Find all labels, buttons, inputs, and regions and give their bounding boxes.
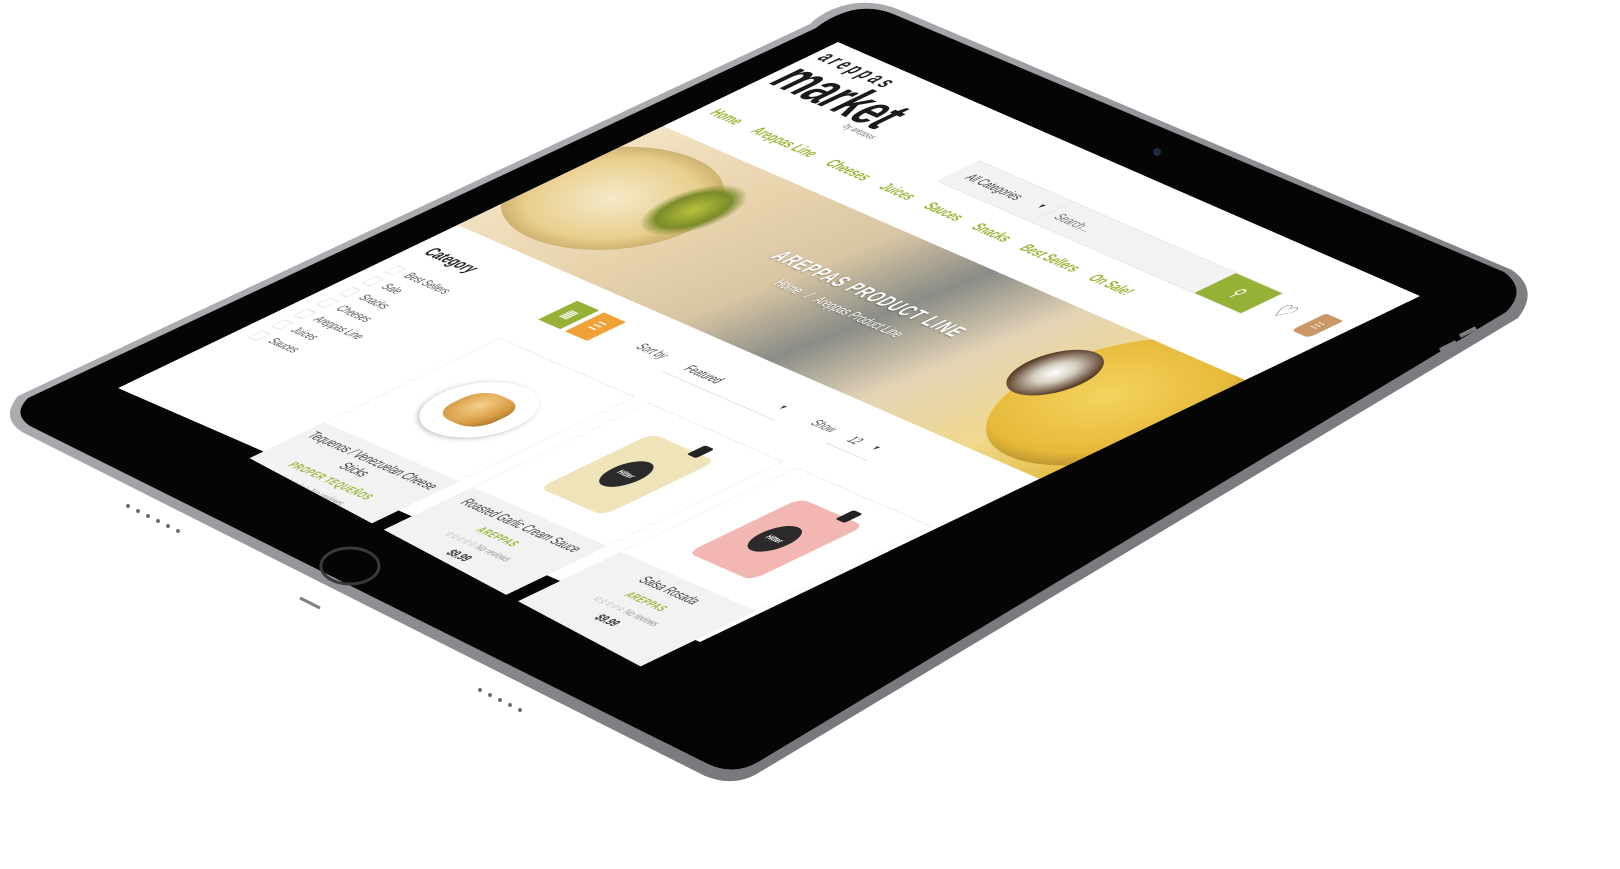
checkbox[interactable] <box>339 286 362 298</box>
sauce-pouch-image: Hitter <box>687 498 865 581</box>
checkbox[interactable] <box>361 275 385 287</box>
category-select-value: All Categories <box>961 171 1029 202</box>
sort-label: Sort by <box>631 341 675 361</box>
nav-sauces[interactable]: Sauces <box>906 195 980 229</box>
heart-icon[interactable]: ♡ <box>1261 301 1306 322</box>
pouch-spout <box>835 510 863 523</box>
category-label: Sale <box>377 281 408 296</box>
nav-juices[interactable]: Juices <box>861 176 931 208</box>
checkbox[interactable] <box>293 308 317 319</box>
checkbox[interactable] <box>248 330 272 341</box>
chevron-down-icon: ▼ <box>773 403 791 412</box>
search-icon: ⚲ <box>1224 286 1253 300</box>
sauce-pouch-image: Hitter <box>538 433 717 516</box>
checkbox[interactable] <box>316 297 339 308</box>
pouch-spout <box>686 445 715 459</box>
plate-image <box>394 371 564 449</box>
pouch-label: Hitter <box>737 521 812 557</box>
list-view-icon: ☰ <box>583 320 609 333</box>
pouch-label: Hitter <box>589 456 664 492</box>
breadcrumb: Home / Areppas Product Line <box>690 243 987 373</box>
checkbox[interactable] <box>384 264 407 276</box>
checkbox[interactable] <box>271 319 294 330</box>
nav-snacks[interactable]: Snacks <box>954 216 1028 250</box>
breadcrumb-home[interactable]: Home <box>768 278 809 297</box>
nav-on-sale[interactable]: On Sale! <box>1071 267 1150 303</box>
nav-areppas-line[interactable]: Areppas Line <box>733 120 833 166</box>
shopping-bag-icon[interactable]: ☷ <box>1290 313 1344 338</box>
show-select[interactable]: 12 ▼ <box>825 426 902 461</box>
sort-value: Featured <box>679 363 729 386</box>
nav-cheeses[interactable]: Cheeses <box>808 152 887 188</box>
show-value: 12 <box>842 434 869 447</box>
show-label: Show <box>806 417 844 435</box>
cheese-sticks-image <box>431 388 527 432</box>
grid-view-icon: ▦ <box>556 308 583 321</box>
